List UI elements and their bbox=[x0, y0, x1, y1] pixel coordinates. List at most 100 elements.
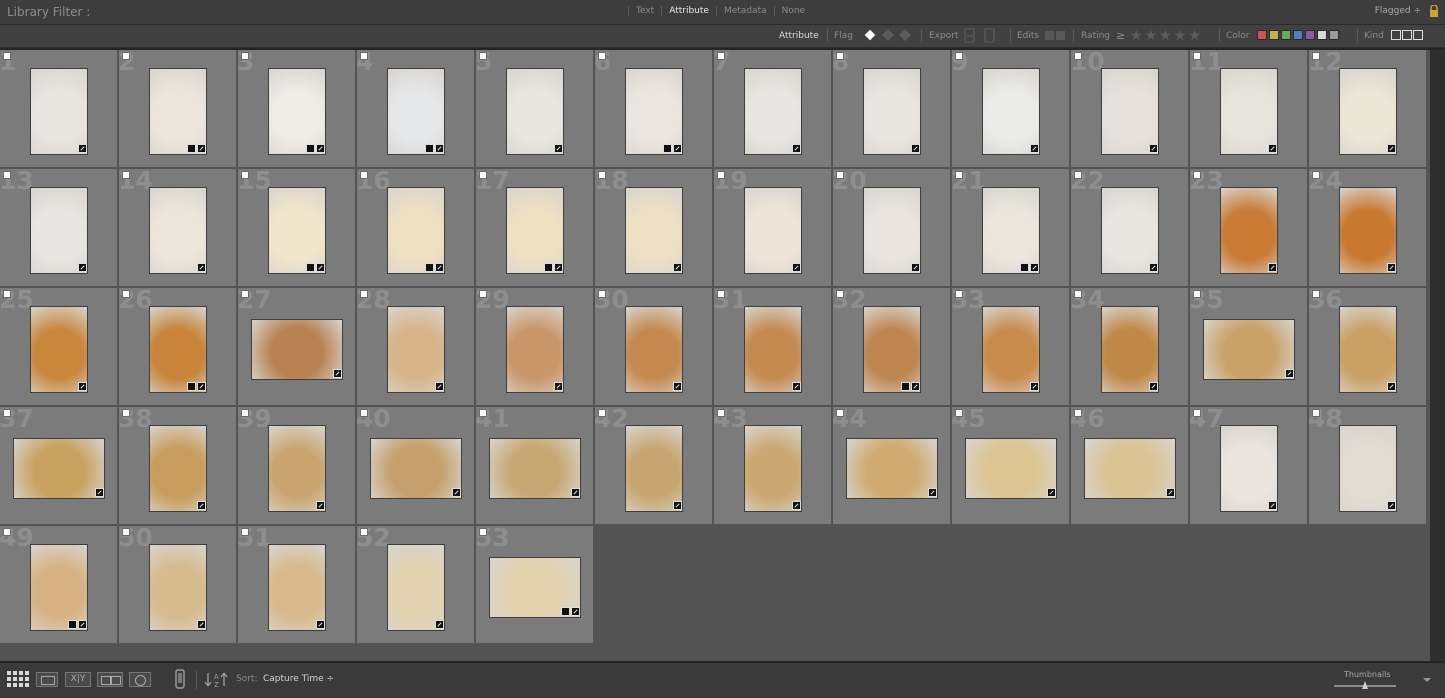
photo-cell[interactable]: 29 bbox=[476, 288, 594, 406]
collection-icon[interactable] bbox=[544, 263, 553, 272]
develop-adjusted-icon[interactable] bbox=[316, 620, 325, 629]
develop-adjusted-icon[interactable] bbox=[197, 501, 206, 510]
photo-cell[interactable]: 41 bbox=[476, 407, 594, 525]
develop-adjusted-icon[interactable] bbox=[554, 263, 563, 272]
photo-cell[interactable]: 46 bbox=[1071, 407, 1189, 525]
photo-cell[interactable]: 18 bbox=[595, 169, 713, 287]
develop-adjusted-icon[interactable] bbox=[911, 144, 920, 153]
color-swatch[interactable] bbox=[1293, 30, 1303, 40]
develop-adjusted-icon[interactable] bbox=[1166, 488, 1175, 497]
pick-flag-icon[interactable] bbox=[598, 52, 606, 60]
pick-flag-icon[interactable] bbox=[836, 409, 844, 417]
photo-cell[interactable]: 48 bbox=[1309, 407, 1427, 525]
develop-adjusted-icon[interactable] bbox=[571, 607, 580, 616]
lock-icon[interactable] bbox=[1429, 5, 1439, 17]
painter-icon[interactable] bbox=[173, 668, 187, 692]
flag-pick-icon[interactable] bbox=[863, 28, 877, 42]
photo-cell[interactable]: 33 bbox=[952, 288, 1070, 406]
develop-adjusted-icon[interactable] bbox=[792, 501, 801, 510]
photo-thumbnail[interactable] bbox=[982, 306, 1040, 393]
pick-flag-icon[interactable] bbox=[479, 52, 487, 60]
photo-thumbnail[interactable] bbox=[30, 306, 88, 393]
develop-adjusted-icon[interactable] bbox=[1387, 382, 1396, 391]
photo-thumbnail[interactable] bbox=[1220, 425, 1278, 512]
develop-adjusted-icon[interactable] bbox=[673, 382, 682, 391]
develop-adjusted-icon[interactable] bbox=[435, 144, 444, 153]
color-swatch[interactable] bbox=[1257, 30, 1267, 40]
photo-cell[interactable]: 31 bbox=[714, 288, 832, 406]
develop-adjusted-icon[interactable] bbox=[197, 263, 206, 272]
photo-thumbnail[interactable] bbox=[30, 68, 88, 155]
pick-flag-icon[interactable] bbox=[241, 52, 249, 60]
photo-cell[interactable]: 16 bbox=[357, 169, 475, 287]
pick-flag-icon[interactable] bbox=[598, 290, 606, 298]
photo-cell[interactable]: 8 bbox=[833, 50, 951, 168]
collection-icon[interactable] bbox=[187, 382, 196, 391]
pick-flag-icon[interactable] bbox=[241, 409, 249, 417]
photo-cell[interactable]: 13 bbox=[0, 169, 118, 287]
collection-icon[interactable] bbox=[68, 620, 77, 629]
photo-cell[interactable]: 20 bbox=[833, 169, 951, 287]
develop-adjusted-icon[interactable] bbox=[792, 144, 801, 153]
pick-flag-icon[interactable] bbox=[1193, 290, 1201, 298]
photo-thumbnail[interactable] bbox=[387, 68, 445, 155]
kind-video-icon[interactable] bbox=[1413, 30, 1423, 40]
rating-operator[interactable]: ≥ bbox=[1116, 29, 1125, 42]
develop-adjusted-icon[interactable] bbox=[1030, 382, 1039, 391]
photo-thumbnail[interactable] bbox=[489, 438, 581, 499]
develop-adjusted-icon[interactable] bbox=[197, 144, 206, 153]
photo-cell[interactable]: 36 bbox=[1309, 288, 1427, 406]
pick-flag-icon[interactable] bbox=[955, 409, 963, 417]
pick-flag-icon[interactable] bbox=[479, 409, 487, 417]
photo-thumbnail[interactable] bbox=[1101, 306, 1159, 393]
develop-adjusted-icon[interactable] bbox=[1047, 488, 1056, 497]
tab-none[interactable]: None bbox=[773, 6, 812, 16]
pick-flag-icon[interactable] bbox=[1193, 52, 1201, 60]
photo-thumbnail[interactable] bbox=[1220, 187, 1278, 274]
pick-flag-icon[interactable] bbox=[241, 290, 249, 298]
toolbar-menu-chevron-icon[interactable] bbox=[1422, 676, 1432, 684]
color-swatch[interactable] bbox=[1269, 30, 1279, 40]
compare-view-icon[interactable]: X|Y bbox=[65, 672, 91, 687]
photo-thumbnail[interactable] bbox=[1339, 68, 1397, 155]
photo-thumbnail[interactable] bbox=[625, 306, 683, 393]
photo-cell[interactable]: 42 bbox=[595, 407, 713, 525]
photo-thumbnail[interactable] bbox=[863, 306, 921, 393]
photo-thumbnail[interactable] bbox=[13, 438, 105, 499]
pick-flag-icon[interactable] bbox=[241, 171, 249, 179]
develop-adjusted-icon[interactable] bbox=[1149, 144, 1158, 153]
pick-flag-icon[interactable] bbox=[360, 52, 368, 60]
pick-flag-icon[interactable] bbox=[836, 52, 844, 60]
photo-thumbnail[interactable] bbox=[370, 438, 462, 499]
develop-adjusted-icon[interactable] bbox=[1149, 263, 1158, 272]
photo-thumbnail[interactable] bbox=[268, 544, 326, 631]
tab-attribute[interactable]: Attribute bbox=[661, 6, 716, 16]
pick-flag-icon[interactable] bbox=[360, 528, 368, 536]
develop-adjusted-icon[interactable] bbox=[911, 263, 920, 272]
photo-cell[interactable]: 35 bbox=[1190, 288, 1308, 406]
photo-cell[interactable]: 43 bbox=[714, 407, 832, 525]
tab-metadata[interactable]: Metadata bbox=[715, 6, 774, 16]
develop-adjusted-icon[interactable] bbox=[1387, 501, 1396, 510]
photo-cell[interactable]: 25 bbox=[0, 288, 118, 406]
photo-cell[interactable]: 21 bbox=[952, 169, 1070, 287]
photo-thumbnail[interactable] bbox=[30, 187, 88, 274]
photo-thumbnail[interactable] bbox=[1339, 425, 1397, 512]
color-swatch[interactable] bbox=[1305, 30, 1315, 40]
export-icon[interactable] bbox=[964, 28, 976, 44]
color-swatch[interactable] bbox=[1329, 30, 1339, 40]
pick-flag-icon[interactable] bbox=[1193, 171, 1201, 179]
pick-flag-icon[interactable] bbox=[1074, 409, 1082, 417]
photo-cell[interactable]: 47 bbox=[1190, 407, 1308, 525]
pick-flag-icon[interactable] bbox=[241, 528, 249, 536]
pick-flag-icon[interactable] bbox=[1074, 52, 1082, 60]
photo-cell[interactable]: 51 bbox=[238, 526, 356, 644]
photo-thumbnail[interactable] bbox=[625, 425, 683, 512]
develop-adjusted-icon[interactable] bbox=[435, 263, 444, 272]
pick-flag-icon[interactable] bbox=[1312, 409, 1320, 417]
pick-flag-icon[interactable] bbox=[717, 52, 725, 60]
grid-scrollbar[interactable] bbox=[1430, 50, 1445, 661]
pick-flag-icon[interactable] bbox=[1193, 409, 1201, 417]
develop-adjusted-icon[interactable] bbox=[78, 263, 87, 272]
photo-cell[interactable]: 40 bbox=[357, 407, 475, 525]
